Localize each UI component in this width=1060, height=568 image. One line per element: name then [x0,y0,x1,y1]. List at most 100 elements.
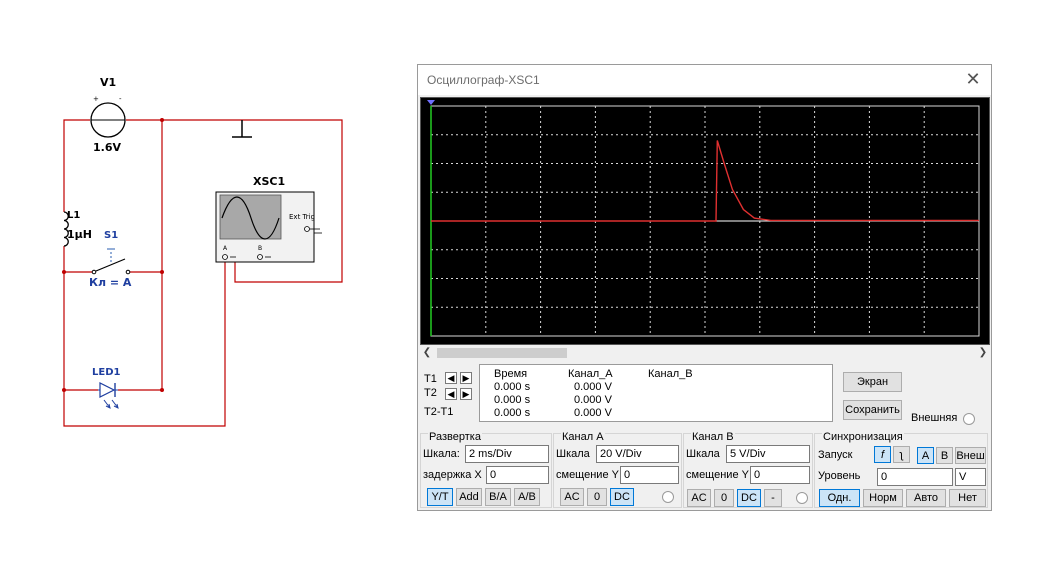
time-t2: 0.000 s [494,394,531,406]
t2-right-arrow-icon[interactable]: ▶ [460,388,472,400]
channel-a-scale-field[interactable]: 20 V/Div [596,445,679,463]
v1-value: 1.6V [93,141,121,154]
channel-a-t1: 0.000 V [574,381,612,393]
time-t2-t1: 0.000 s [494,407,531,419]
trigger-label: Запуск [818,449,853,461]
channel-b-offset-field[interactable]: 0 [750,466,810,484]
level-label: Уровень [818,470,861,482]
level-field[interactable]: 0 [877,468,953,486]
timebase-group: Развертка Шкала: 2 ms/Div задержка X 0 Y… [420,431,552,508]
channel-b-title: Канал B [691,431,735,443]
s1-name: S1 [104,230,118,241]
trigger-source-ext-button[interactable]: Внеш [955,447,986,464]
channel-a-offset-field[interactable]: 0 [620,466,679,484]
level-unit-field[interactable]: V [955,468,986,486]
title-bar: Осциллограф-XSC1 ✕ [418,65,991,95]
time-t1: 0.000 s [494,381,531,393]
mode-yt-button[interactable]: Y/T [427,488,453,506]
scroll-right-icon[interactable]: ❯ [976,346,990,360]
channel-b-scale-field[interactable]: 5 V/Div [726,445,810,463]
trigger-source-a-button[interactable]: A [917,447,934,464]
channel-a-group: Канал A Шкала 20 V/Div смещение Y 0 AC 0… [553,431,682,508]
channel-b-dc-button[interactable]: DC [737,489,761,507]
sync-normal-button[interactable]: Норм [863,489,903,507]
cursor-readout-table: Время Канал_A Канал_B 0.000 s 0.000 s 0.… [479,364,833,422]
scope-input-b: B [258,245,262,252]
rising-edge-icon[interactable]: f [874,446,891,463]
channel-a-scale-label: Шкала [556,448,590,460]
trigger-source-b-button[interactable]: B [936,447,953,464]
scroll-thumb[interactable] [437,348,567,358]
scope-name: XSC1 [253,175,285,188]
t1-label: T1 [424,373,437,385]
delay-x-label: задержка X [423,469,482,481]
channel-a-offset-label: смещение Y [556,469,619,481]
channel-a-radio[interactable] [662,491,674,503]
junction-dots [62,118,164,392]
led1-diode: LED1 [92,367,121,409]
oscilloscope-window: Осциллограф-XSC1 ✕ ❮ ❯ T1 T2 T2-T1 ◀ ▶ ◀… [417,64,992,511]
ground-symbol [232,120,252,138]
sync-title: Синхронизация [822,431,904,443]
falling-edge-icon[interactable]: ʅ [893,446,910,463]
channel-b-scale-label: Шкала [686,448,720,460]
s1-key: Кл = A [89,276,132,289]
circuit-wires [63,119,343,427]
delay-x-field[interactable]: 0 [486,466,549,484]
t1-left-arrow-icon[interactable]: ◀ [445,372,457,384]
timebase-scale-label: Шкала: [423,448,460,460]
channel-b-offset-label: смещение Y [686,469,749,481]
mode-ab-button[interactable]: A/B [514,488,540,506]
led1-name: LED1 [92,367,121,378]
waveform-plot [427,100,980,337]
led-emission-arrows-icon [103,399,119,409]
channel-a-title: Канал A [561,431,605,443]
l1-name: L1 [67,210,80,221]
channel-b-zero-button[interactable]: 0 [714,489,734,507]
channel-b-minus-button[interactable]: - [764,489,782,507]
scroll-left-icon[interactable]: ❮ [420,346,434,360]
external-radio[interactable] [963,413,975,425]
col-header-time: Время [494,368,528,380]
channel-a-t2-t1: 0.000 V [574,407,612,419]
scope-ext-trig: Ext Trig [289,213,315,221]
save-button[interactable]: Сохранить [843,400,902,420]
channel-b-ac-button[interactable]: AC [687,489,711,507]
xsc1-scope-symbol: XSC1 Ext Trig A B [215,175,322,263]
horizontal-scrollbar[interactable]: ❮ ❯ [420,346,990,360]
timebase-title: Развертка [428,431,482,443]
sync-auto-button[interactable]: Авто [906,489,946,507]
mode-add-button[interactable]: Add [456,488,482,506]
circuit-schematic: V1 + - 1.6V L1 1µH S1 Кл = A LED1 XSC1 E… [62,76,343,427]
v1-source: V1 + - 1.6V [90,76,126,154]
s1-switch: S1 Кл = A [89,230,132,289]
sync-none-button[interactable]: Нет [949,489,986,507]
v1-plus: + [93,95,99,103]
external-label: Внешняя [911,412,958,424]
channel-a-dc-button[interactable]: DC [610,488,634,506]
cursor-t1-marker-icon [427,100,435,105]
channel-b-radio[interactable] [796,492,808,504]
t2-t1-label: T2-T1 [424,406,454,418]
t2-left-arrow-icon[interactable]: ◀ [445,388,457,400]
sync-group: Синхронизация Запуск f ʅ A B Внеш Уровен… [814,431,988,508]
channel-b-group: Канал B Шкала 5 V/Div смещение Y 0 AC 0 … [683,431,813,508]
screen-button[interactable]: Экран [843,372,902,392]
t2-label: T2 [424,387,437,399]
mode-ba-button[interactable]: B/A [485,488,511,506]
v1-minus: - [119,95,122,103]
channel-a-zero-button[interactable]: 0 [587,488,607,506]
l1-value: 1µH [67,228,92,241]
v1-name: V1 [100,76,116,89]
oscilloscope-screen [420,97,990,345]
channel-a-t2: 0.000 V [574,394,612,406]
window-title: Осциллограф-XSC1 [427,73,540,87]
sync-single-button[interactable]: Одн. [819,489,860,507]
channel-a-ac-button[interactable]: AC [560,488,584,506]
timebase-scale-field[interactable]: 2 ms/Div [465,445,549,463]
close-icon[interactable]: ✕ [963,68,983,90]
t1-right-arrow-icon[interactable]: ▶ [460,372,472,384]
col-header-channel-a: Канал_A [568,368,613,380]
l1-inductor: L1 1µH [63,210,92,247]
col-header-channel-b: Канал_B [648,368,693,380]
